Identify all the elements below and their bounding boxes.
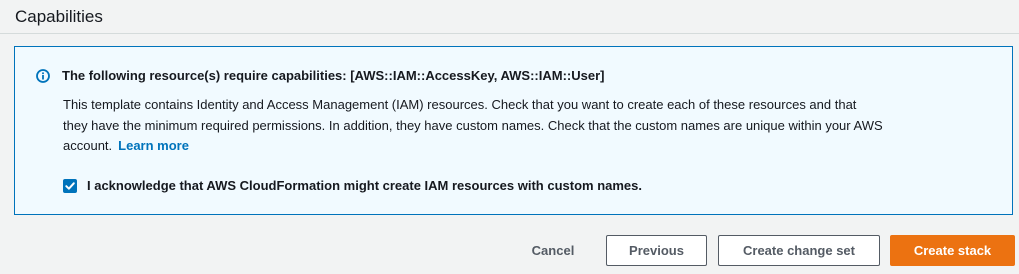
acknowledgement-row[interactable]: I acknowledge that AWS CloudFormation mi… [63, 177, 642, 195]
section-divider [0, 33, 1019, 34]
cancel-button[interactable]: Cancel [520, 235, 586, 266]
acknowledge-label[interactable]: I acknowledge that AWS CloudFormation mi… [87, 177, 642, 195]
info-icon [36, 69, 50, 83]
learn-more-link[interactable]: Learn more [118, 138, 189, 153]
checkmark-icon [65, 182, 75, 190]
create-stack-button[interactable]: Create stack [890, 235, 1015, 266]
acknowledge-checkbox[interactable] [63, 179, 77, 193]
section-title: Capabilities [15, 7, 103, 26]
alert-header: The following resource(s) require capabi… [36, 67, 604, 85]
alert-body: This template contains Identity and Acce… [63, 95, 883, 157]
create-change-set-button[interactable]: Create change set [718, 235, 880, 266]
alert-title: The following resource(s) require capabi… [62, 68, 605, 83]
capabilities-alert: The following resource(s) require capabi… [14, 46, 1013, 215]
previous-button[interactable]: Previous [606, 235, 707, 266]
